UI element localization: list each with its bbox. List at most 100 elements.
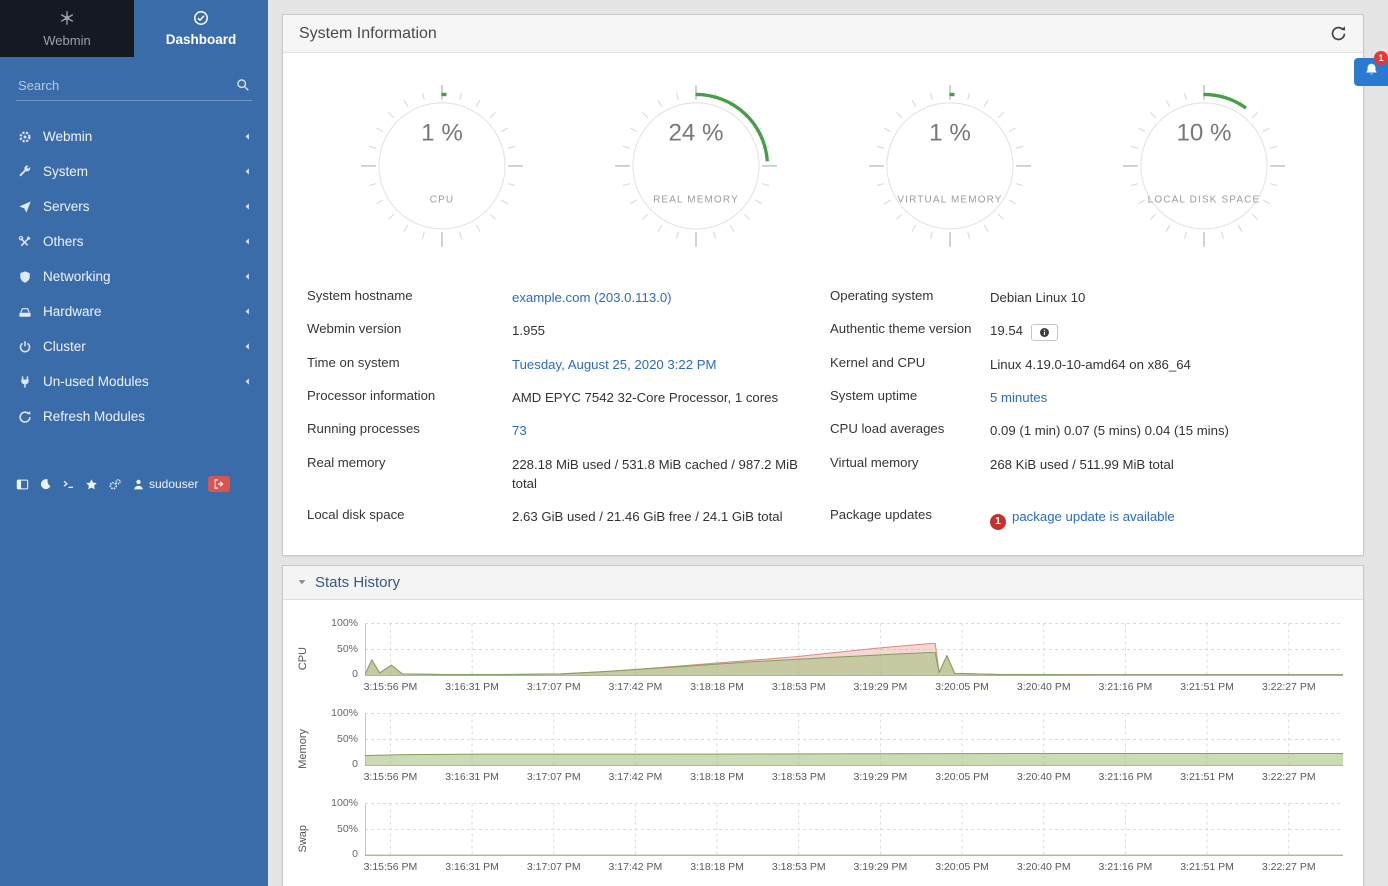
caret-left-icon [243, 307, 252, 316]
sidebar-nav: Webmin System ServersOthers Networking Hardw… [0, 119, 268, 434]
chart-y-ticks: 100%50%0 [315, 710, 365, 767]
chart-memory: Memory100%50%03:15:56 PM3:16:31 PM3:17:0… [291, 710, 1343, 787]
chart-cpu: CPU100%50%03:15:56 PM3:16:31 PM3:17:07 P… [291, 620, 1343, 697]
shield-icon [18, 270, 43, 284]
user-icon [132, 478, 145, 491]
info-row-local-disk-space: Local disk space2.63 GiB used / 21.46 Gi… [307, 500, 1347, 537]
sidebar-item-others[interactable]: Others [0, 224, 268, 259]
sidebar-item-un-used-modules[interactable]: Un-used Modules [0, 364, 268, 399]
notifications-button[interactable]: 1 [1354, 58, 1388, 86]
user-menu[interactable]: sudouser [132, 477, 198, 491]
chart-x-ticks: 3:15:56 PM3:16:31 PM3:17:07 PM3:17:42 PM… [365, 861, 1343, 877]
info-row-webmin-version: Webmin version1.955Authentic theme versi… [307, 314, 1347, 348]
swap-chart-svg [365, 800, 1343, 857]
info-label: Package updates [830, 507, 990, 522]
x-tick: 3:20:05 PM [935, 771, 989, 783]
chart-axis-label-text: Swap [297, 825, 309, 853]
info-text[interactable]: package update is available [1012, 509, 1175, 524]
refresh-button[interactable] [1330, 25, 1347, 42]
chart-axis-label-text: Memory [297, 729, 309, 769]
paper-plane-icon [18, 200, 43, 214]
sidebar-item-cluster[interactable]: Cluster [0, 329, 268, 364]
x-tick: 3:22:27 PM [1262, 771, 1316, 783]
x-tick: 3:17:07 PM [527, 861, 581, 873]
cpu-chart-svg [365, 620, 1343, 677]
gauge-real-memory: 24 %REAL MEMORY [586, 65, 806, 271]
info-label: Authentic theme version [830, 321, 990, 336]
theme-info-button[interactable] [1031, 324, 1058, 341]
x-tick: 3:18:53 PM [772, 681, 826, 693]
info-value-processor-information: AMD EPYC 7542 32-Core Processor, 1 cores [512, 388, 830, 407]
sidebar-toggle-icon[interactable] [16, 478, 29, 491]
info-value-running-processes[interactable]: 73 [512, 421, 830, 440]
sidebar-item-hardware[interactable]: Hardware [0, 294, 268, 329]
info-row-real-memory: Real memory228.18 MiB used / 531.8 MiB c… [307, 448, 1347, 500]
gauge-virtual-memory: 1 % VIRTUAL MEMORY [840, 65, 1060, 271]
x-tick: 3:15:56 PM [364, 681, 418, 693]
info-text: 268 KiB used / 511.99 MiB total [990, 457, 1174, 472]
logout-button[interactable] [208, 476, 230, 492]
x-tick: 3:18:18 PM [690, 861, 744, 873]
sidebar: Webmin Dashboard Webmin System ServersOthe… [0, 0, 268, 886]
search-icon[interactable] [236, 78, 250, 97]
x-tick: 3:21:16 PM [1099, 681, 1153, 693]
info-label: Local disk space [307, 507, 512, 522]
info-text[interactable]: 5 minutes [990, 390, 1047, 405]
info-label: Operating system [830, 288, 990, 303]
chart-axis-label: CPU [291, 620, 315, 697]
tab-webmin[interactable]: Webmin [0, 0, 134, 57]
caret-left-icon [243, 132, 252, 141]
y-tick: 0 [352, 848, 358, 860]
sidebar-item-networking[interactable]: Networking [0, 259, 268, 294]
favorites-icon[interactable] [85, 478, 98, 491]
memory-chart-svg [365, 710, 1343, 767]
x-tick: 3:21:51 PM [1180, 681, 1234, 693]
theme-settings-icon[interactable] [108, 478, 122, 491]
system-info-table: System hostnameexample.com (203.0.113.0)… [291, 273, 1355, 537]
svg-text:10 %: 10 % [1176, 120, 1231, 147]
sidebar-item-label: Networking [43, 269, 111, 284]
svg-text:VIRTUAL MEMORY: VIRTUAL MEMORY [897, 195, 1002, 206]
chart-x-ticks: 3:15:56 PM3:16:31 PM3:17:07 PM3:17:42 PM… [365, 681, 1343, 697]
chart-axis-label: Memory [291, 710, 315, 787]
sidebar-item-servers[interactable]: Servers [0, 189, 268, 224]
x-tick: 3:15:56 PM [364, 771, 418, 783]
sidebar-item-webmin[interactable]: Webmin [0, 119, 268, 154]
gauge-local-disk-space: 10 %LOCAL DISK SPACE [1094, 65, 1314, 271]
x-tick: 3:17:42 PM [609, 771, 663, 783]
x-tick: 3:20:05 PM [935, 681, 989, 693]
chart-plot [365, 800, 1343, 857]
y-tick: 100% [331, 617, 358, 629]
caret-left-icon [243, 237, 252, 246]
sidebar-item-label: Cluster [43, 339, 86, 354]
info-row-time-on-system: Time on systemTuesday, August 25, 2020 3… [307, 348, 1347, 381]
search-input[interactable] [16, 71, 252, 100]
tab-dashboard-label: Dashboard [166, 32, 237, 47]
tab-dashboard[interactable]: Dashboard [134, 0, 268, 57]
stats-history-toggle[interactable]: Stats History [283, 566, 1363, 600]
info-row-processor-information: Processor informationAMD EPYC 7542 32-Co… [307, 381, 1347, 414]
chart-swap: Swap100%50%03:15:56 PM3:16:31 PM3:17:07 … [291, 800, 1343, 877]
info-value-system-uptime: 5 minutes [990, 388, 1347, 407]
sidebar-item-label: System [43, 164, 88, 179]
stats-history-title: Stats History [315, 574, 400, 591]
system-information-panel: System Information 1 % CPU 24 %REAL MEMORY… [282, 14, 1364, 556]
night-mode-icon[interactable] [39, 478, 52, 491]
terminal-icon[interactable] [62, 478, 75, 491]
x-tick: 3:17:07 PM [527, 681, 581, 693]
x-tick: 3:19:29 PM [854, 861, 908, 873]
info-value-time-on-system[interactable]: Tuesday, August 25, 2020 3:22 PM [512, 355, 830, 374]
dashboard-check-icon [193, 10, 209, 29]
info-value-system-hostname[interactable]: example.com (203.0.113.0) [512, 288, 830, 307]
sidebar-item-system[interactable]: System [0, 154, 268, 189]
svg-text:CPU: CPU [430, 195, 455, 206]
svg-text:1 %: 1 % [929, 120, 971, 147]
info-text: Debian Linux 10 [990, 290, 1085, 305]
x-tick: 3:17:42 PM [609, 861, 663, 873]
info-value-operating-system: Debian Linux 10 [990, 288, 1347, 307]
x-tick: 3:16:31 PM [445, 771, 499, 783]
info-value-local-disk-space: 2.63 GiB used / 21.46 GiB free / 24.1 Gi… [512, 507, 830, 526]
system-information-header: System Information [283, 15, 1363, 53]
sidebar-item-refresh-modules[interactable]: Refresh Modules [0, 399, 268, 434]
info-text: 19.54 [990, 323, 1023, 338]
